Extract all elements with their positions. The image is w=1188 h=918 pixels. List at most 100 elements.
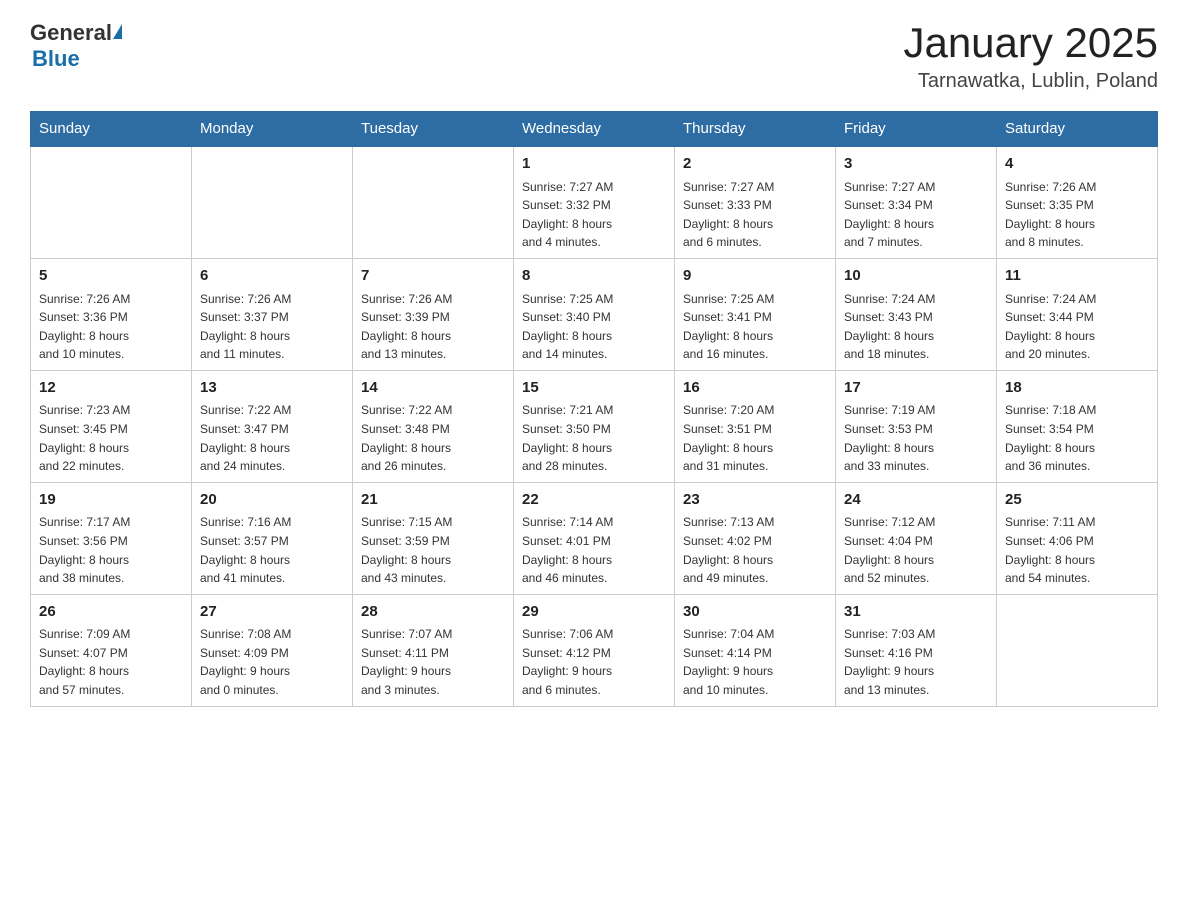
day-info: Sunrise: 7:26 AM Sunset: 3:37 PM Dayligh…	[200, 290, 344, 364]
calendar-cell: 23Sunrise: 7:13 AM Sunset: 4:02 PM Dayli…	[675, 482, 836, 594]
calendar-cell: 14Sunrise: 7:22 AM Sunset: 3:48 PM Dayli…	[353, 370, 514, 482]
calendar-cell	[997, 594, 1158, 706]
calendar-cell: 16Sunrise: 7:20 AM Sunset: 3:51 PM Dayli…	[675, 370, 836, 482]
day-info: Sunrise: 7:25 AM Sunset: 3:40 PM Dayligh…	[522, 290, 666, 364]
day-number: 1	[522, 153, 666, 176]
day-info: Sunrise: 7:21 AM Sunset: 3:50 PM Dayligh…	[522, 401, 666, 475]
calendar-cell: 10Sunrise: 7:24 AM Sunset: 3:43 PM Dayli…	[836, 259, 997, 371]
day-info: Sunrise: 7:04 AM Sunset: 4:14 PM Dayligh…	[683, 625, 827, 699]
day-number: 4	[1005, 153, 1149, 176]
calendar-week-2: 5Sunrise: 7:26 AM Sunset: 3:36 PM Daylig…	[31, 259, 1158, 371]
weekday-header-friday: Friday	[836, 112, 997, 147]
weekday-header-monday: Monday	[192, 112, 353, 147]
day-info: Sunrise: 7:25 AM Sunset: 3:41 PM Dayligh…	[683, 290, 827, 364]
calendar-cell: 1Sunrise: 7:27 AM Sunset: 3:32 PM Daylig…	[514, 146, 675, 258]
calendar-cell: 31Sunrise: 7:03 AM Sunset: 4:16 PM Dayli…	[836, 594, 997, 706]
calendar-cell	[31, 146, 192, 258]
day-number: 9	[683, 265, 827, 288]
day-number: 17	[844, 377, 988, 400]
day-number: 18	[1005, 377, 1149, 400]
calendar-cell: 17Sunrise: 7:19 AM Sunset: 3:53 PM Dayli…	[836, 370, 997, 482]
page-header: General Blue January 2025 Tarnawatka, Lu…	[30, 20, 1158, 93]
calendar-week-1: 1Sunrise: 7:27 AM Sunset: 3:32 PM Daylig…	[31, 146, 1158, 258]
day-number: 15	[522, 377, 666, 400]
day-info: Sunrise: 7:03 AM Sunset: 4:16 PM Dayligh…	[844, 625, 988, 699]
logo-triangle-icon	[113, 24, 122, 39]
logo: General Blue	[30, 20, 122, 72]
day-info: Sunrise: 7:18 AM Sunset: 3:54 PM Dayligh…	[1005, 401, 1149, 475]
day-number: 24	[844, 489, 988, 512]
calendar-cell: 20Sunrise: 7:16 AM Sunset: 3:57 PM Dayli…	[192, 482, 353, 594]
day-number: 27	[200, 601, 344, 624]
title-block: January 2025 Tarnawatka, Lublin, Poland	[903, 20, 1158, 93]
day-info: Sunrise: 7:23 AM Sunset: 3:45 PM Dayligh…	[39, 401, 183, 475]
calendar-cell: 26Sunrise: 7:09 AM Sunset: 4:07 PM Dayli…	[31, 594, 192, 706]
day-info: Sunrise: 7:27 AM Sunset: 3:32 PM Dayligh…	[522, 178, 666, 252]
day-info: Sunrise: 7:12 AM Sunset: 4:04 PM Dayligh…	[844, 513, 988, 587]
day-info: Sunrise: 7:07 AM Sunset: 4:11 PM Dayligh…	[361, 625, 505, 699]
calendar-cell: 13Sunrise: 7:22 AM Sunset: 3:47 PM Dayli…	[192, 370, 353, 482]
calendar-week-3: 12Sunrise: 7:23 AM Sunset: 3:45 PM Dayli…	[31, 370, 1158, 482]
day-number: 28	[361, 601, 505, 624]
calendar-cell: 11Sunrise: 7:24 AM Sunset: 3:44 PM Dayli…	[997, 259, 1158, 371]
calendar-cell: 30Sunrise: 7:04 AM Sunset: 4:14 PM Dayli…	[675, 594, 836, 706]
calendar-cell: 12Sunrise: 7:23 AM Sunset: 3:45 PM Dayli…	[31, 370, 192, 482]
day-number: 13	[200, 377, 344, 400]
day-number: 21	[361, 489, 505, 512]
day-info: Sunrise: 7:17 AM Sunset: 3:56 PM Dayligh…	[39, 513, 183, 587]
day-info: Sunrise: 7:15 AM Sunset: 3:59 PM Dayligh…	[361, 513, 505, 587]
weekday-header-saturday: Saturday	[997, 112, 1158, 147]
day-info: Sunrise: 7:27 AM Sunset: 3:34 PM Dayligh…	[844, 178, 988, 252]
weekday-header-tuesday: Tuesday	[353, 112, 514, 147]
day-number: 29	[522, 601, 666, 624]
calendar-cell: 27Sunrise: 7:08 AM Sunset: 4:09 PM Dayli…	[192, 594, 353, 706]
day-info: Sunrise: 7:09 AM Sunset: 4:07 PM Dayligh…	[39, 625, 183, 699]
day-number: 8	[522, 265, 666, 288]
day-number: 5	[39, 265, 183, 288]
logo-blue-text: Blue	[32, 46, 80, 72]
calendar-cell: 25Sunrise: 7:11 AM Sunset: 4:06 PM Dayli…	[997, 482, 1158, 594]
day-info: Sunrise: 7:26 AM Sunset: 3:35 PM Dayligh…	[1005, 178, 1149, 252]
day-number: 3	[844, 153, 988, 176]
day-number: 10	[844, 265, 988, 288]
day-info: Sunrise: 7:16 AM Sunset: 3:57 PM Dayligh…	[200, 513, 344, 587]
day-info: Sunrise: 7:08 AM Sunset: 4:09 PM Dayligh…	[200, 625, 344, 699]
day-info: Sunrise: 7:22 AM Sunset: 3:48 PM Dayligh…	[361, 401, 505, 475]
day-number: 7	[361, 265, 505, 288]
weekday-header-thursday: Thursday	[675, 112, 836, 147]
calendar-cell: 2Sunrise: 7:27 AM Sunset: 3:33 PM Daylig…	[675, 146, 836, 258]
calendar-week-4: 19Sunrise: 7:17 AM Sunset: 3:56 PM Dayli…	[31, 482, 1158, 594]
weekday-header-row: SundayMondayTuesdayWednesdayThursdayFrid…	[31, 112, 1158, 147]
day-info: Sunrise: 7:22 AM Sunset: 3:47 PM Dayligh…	[200, 401, 344, 475]
day-number: 2	[683, 153, 827, 176]
weekday-header-sunday: Sunday	[31, 112, 192, 147]
day-info: Sunrise: 7:24 AM Sunset: 3:44 PM Dayligh…	[1005, 290, 1149, 364]
logo-general-text: General	[30, 20, 112, 46]
day-number: 20	[200, 489, 344, 512]
calendar-cell: 4Sunrise: 7:26 AM Sunset: 3:35 PM Daylig…	[997, 146, 1158, 258]
calendar-cell: 24Sunrise: 7:12 AM Sunset: 4:04 PM Dayli…	[836, 482, 997, 594]
calendar-cell: 15Sunrise: 7:21 AM Sunset: 3:50 PM Dayli…	[514, 370, 675, 482]
calendar-cell: 3Sunrise: 7:27 AM Sunset: 3:34 PM Daylig…	[836, 146, 997, 258]
day-number: 26	[39, 601, 183, 624]
day-number: 22	[522, 489, 666, 512]
calendar-cell: 5Sunrise: 7:26 AM Sunset: 3:36 PM Daylig…	[31, 259, 192, 371]
calendar-table: SundayMondayTuesdayWednesdayThursdayFrid…	[30, 111, 1158, 706]
calendar-cell: 6Sunrise: 7:26 AM Sunset: 3:37 PM Daylig…	[192, 259, 353, 371]
calendar-header: SundayMondayTuesdayWednesdayThursdayFrid…	[31, 112, 1158, 147]
day-info: Sunrise: 7:19 AM Sunset: 3:53 PM Dayligh…	[844, 401, 988, 475]
day-number: 19	[39, 489, 183, 512]
day-info: Sunrise: 7:11 AM Sunset: 4:06 PM Dayligh…	[1005, 513, 1149, 587]
day-info: Sunrise: 7:06 AM Sunset: 4:12 PM Dayligh…	[522, 625, 666, 699]
calendar-cell: 21Sunrise: 7:15 AM Sunset: 3:59 PM Dayli…	[353, 482, 514, 594]
calendar-body: 1Sunrise: 7:27 AM Sunset: 3:32 PM Daylig…	[31, 146, 1158, 706]
calendar-cell: 9Sunrise: 7:25 AM Sunset: 3:41 PM Daylig…	[675, 259, 836, 371]
day-info: Sunrise: 7:14 AM Sunset: 4:01 PM Dayligh…	[522, 513, 666, 587]
weekday-header-wednesday: Wednesday	[514, 112, 675, 147]
calendar-cell: 19Sunrise: 7:17 AM Sunset: 3:56 PM Dayli…	[31, 482, 192, 594]
day-info: Sunrise: 7:27 AM Sunset: 3:33 PM Dayligh…	[683, 178, 827, 252]
calendar-cell	[192, 146, 353, 258]
day-number: 6	[200, 265, 344, 288]
calendar-subtitle: Tarnawatka, Lublin, Poland	[903, 70, 1158, 93]
day-number: 25	[1005, 489, 1149, 512]
